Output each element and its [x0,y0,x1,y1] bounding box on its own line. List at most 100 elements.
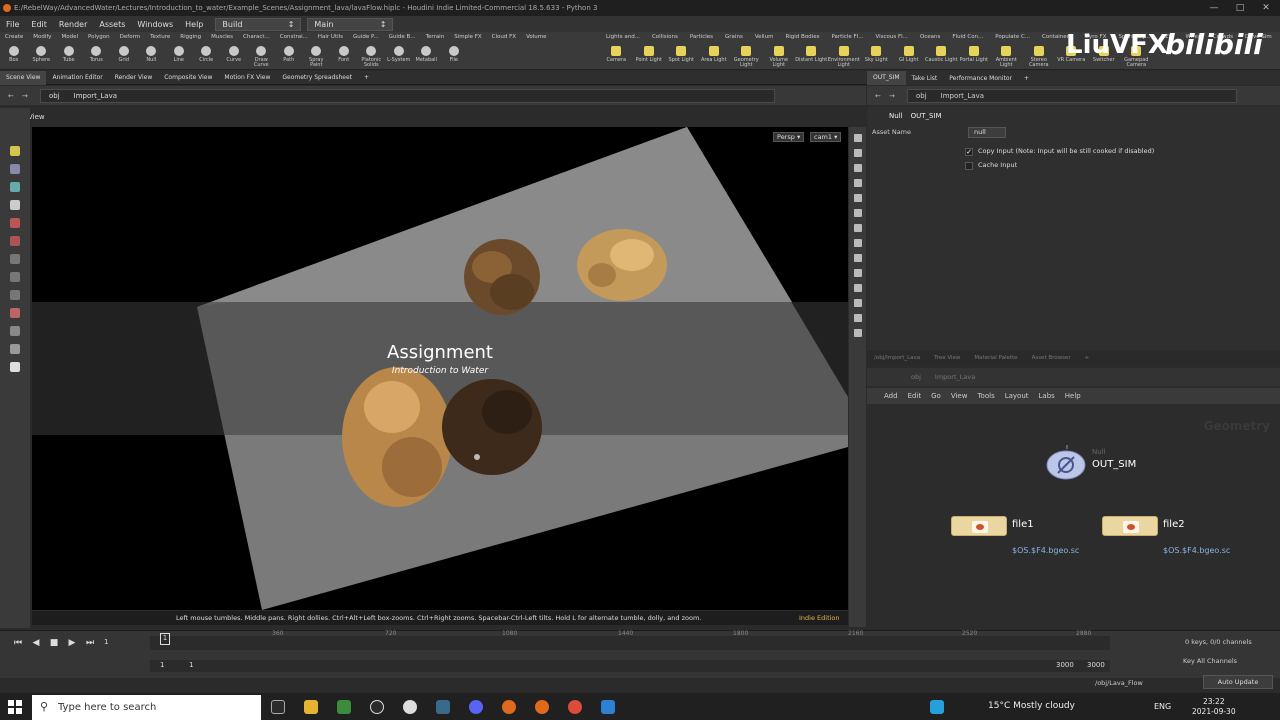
file-node-file1[interactable] [951,516,1007,536]
tab-network[interactable]: /obj/Import_Lava [867,355,927,361]
view-tool-icon[interactable] [10,200,20,210]
light-tool[interactable]: Caustic Light [925,43,958,70]
shelf-tab[interactable]: Grains [719,32,749,43]
shelf-tab[interactable]: Charact... [238,32,275,43]
maximize-icon[interactable]: □ [1227,0,1253,16]
shelf-tab[interactable]: Texture [145,32,175,43]
render-region-icon[interactable] [10,326,20,336]
app-l-icon[interactable] [930,700,944,714]
null-node-out-sim[interactable] [1046,449,1086,481]
shelf-tab[interactable]: Lights and... [600,32,646,43]
shelf-tab[interactable]: Terrain [421,32,450,43]
shelf-tab[interactable]: Vellum [749,32,780,43]
lasso-icon[interactable] [10,290,20,300]
app-icon[interactable] [370,700,384,714]
shelf-tool[interactable]: Platonic Solids [358,43,386,70]
light-tool[interactable]: Sky Light [860,43,893,70]
light-tool[interactable]: Portal Light [958,43,991,70]
tab-material-palette[interactable]: Material Palette [967,355,1024,361]
network-menu-tools[interactable]: Tools [972,392,999,400]
record-icon[interactable] [10,308,20,318]
timeline-scrubber[interactable] [150,636,1110,650]
snapshot-icon[interactable] [853,239,862,247]
network-menu-edit[interactable]: Edit [903,392,927,400]
light-tool[interactable]: Volume Light [763,43,796,70]
range-end-field[interactable]: 3000 [1056,661,1074,669]
shading-icon[interactable] [853,164,862,172]
auto-update-button[interactable]: Auto Update [1203,675,1273,689]
playhead[interactable]: 1 [160,633,170,645]
shelf-tool[interactable]: Circle [193,43,221,70]
tab-composite-view[interactable]: Composite View [158,74,218,81]
display-option-icon[interactable] [853,134,862,142]
path-root[interactable]: obj [45,92,70,100]
persp-menu[interactable]: Persp ▾ [773,132,805,142]
app-icon[interactable] [436,700,450,714]
chrome-icon[interactable] [568,700,582,714]
tab-animation-editor[interactable]: Animation Editor [46,74,108,81]
asset-name-select[interactable]: null [968,127,1006,138]
light-icon[interactable] [10,362,20,372]
windows-start-icon[interactable] [8,700,22,714]
range-end2-field[interactable]: 3000 [1087,661,1105,669]
add-tab-icon[interactable]: + [1018,75,1035,82]
minimize-icon[interactable]: — [1201,0,1227,16]
tab-geometry-spreadsheet[interactable]: Geometry Spreadsheet [276,74,358,81]
copy-input-checkbox[interactable]: ✓ [965,148,973,156]
network-menu-layout[interactable]: Layout [1000,392,1034,400]
shelf-tab[interactable]: Rigid Bodies [779,32,825,43]
shelf-tab[interactable]: Muscles [206,32,238,43]
frame-icon[interactable] [853,299,862,307]
build-desktop-select[interactable]: Build ↕ [215,17,302,31]
houdini-icon[interactable] [535,700,549,714]
back-icon[interactable]: ← [875,92,881,100]
light-tool[interactable]: Environment Light [828,43,861,70]
brush-tool-icon[interactable] [10,236,20,246]
shelf-tool[interactable]: Path [275,43,303,70]
jump-end-icon[interactable]: ⏭ [84,638,96,648]
houdini-icon[interactable] [502,700,516,714]
background-icon[interactable] [853,314,862,322]
shelf-tab[interactable]: Simple FX [449,32,486,43]
shelf-tool[interactable]: Null [138,43,166,70]
tab-out-sim[interactable]: OUT_SIM [867,71,906,85]
close-icon[interactable]: ✕ [1253,0,1279,16]
forward-icon[interactable]: → [22,92,28,100]
shelf-tool[interactable]: File [440,43,468,70]
lighting-icon[interactable] [853,194,862,202]
grid-icon[interactable] [853,224,862,232]
nvidia-icon[interactable] [337,700,351,714]
menu-windows[interactable]: Windows [131,20,179,29]
tab-asset-browser[interactable]: Asset Browser [1025,355,1078,361]
forward-icon[interactable]: → [889,92,895,100]
info-icon[interactable] [853,329,862,337]
light-tool[interactable]: Distant Light [795,43,828,70]
play-reverse-icon[interactable]: ◀ [30,638,42,648]
menu-file[interactable]: File [0,20,25,29]
light-tool[interactable]: Point Light [633,43,666,70]
key-all-channels-button[interactable]: Key All Channels [1183,657,1237,665]
shelf-tool[interactable]: Font [330,43,358,70]
shelf-tab[interactable]: Constrai... [275,32,313,43]
shelf-tool[interactable]: Curve [220,43,248,70]
select-tool-icon[interactable] [10,146,20,156]
menu-help[interactable]: Help [179,20,209,29]
shelf-tab[interactable]: Create [0,32,28,43]
wireframe-icon[interactable] [853,179,862,187]
shelf-tab[interactable]: Viscous Fl... [869,32,913,43]
camera-icon[interactable] [853,209,862,217]
play-icon[interactable]: ▶ [66,638,78,648]
shelf-tool[interactable]: Torus [83,43,111,70]
cache-input-checkbox[interactable] [965,162,973,170]
network-menu-labs[interactable]: Labs [1034,392,1060,400]
stop-icon[interactable]: ■ [48,638,60,648]
normal-icon[interactable] [853,284,862,292]
shelf-tab[interactable]: Cloud FX [487,32,521,43]
lock-icon[interactable] [853,149,862,157]
task-view-icon[interactable] [271,700,285,714]
tab-motion-fx-view[interactable]: Motion FX View [218,74,276,81]
shelf-tab[interactable]: Guide P... [348,32,384,43]
light-tool[interactable]: Ambient Light [990,43,1023,70]
shelf-tool[interactable]: Metaball [413,43,441,70]
shelf-tab[interactable]: Volume [521,32,551,43]
